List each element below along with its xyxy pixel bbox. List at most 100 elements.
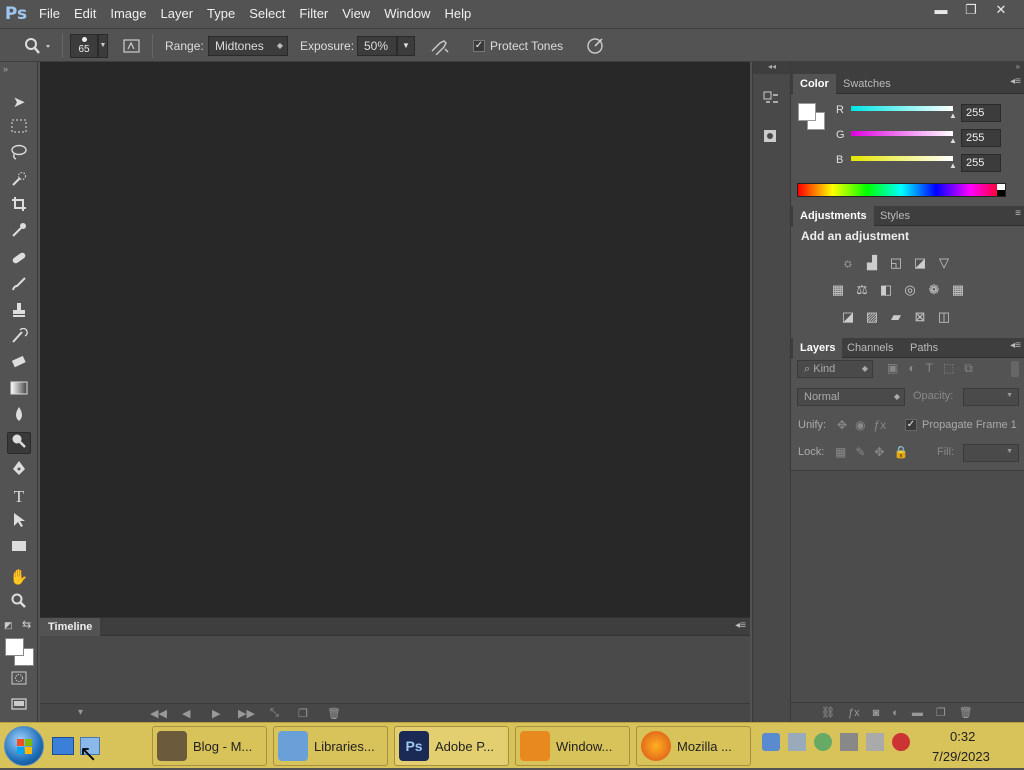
timeline-menu-icon[interactable]: ◂≡ bbox=[735, 620, 746, 631]
panel-menu-icon[interactable]: ≡ bbox=[1015, 208, 1021, 219]
path-selection-tool-icon[interactable] bbox=[7, 512, 31, 534]
default-colors-icon[interactable]: ◩ bbox=[4, 620, 13, 631]
tray-device-icon[interactable] bbox=[788, 733, 806, 751]
exposure-icon[interactable]: ◪ bbox=[911, 254, 929, 272]
layer-style-icon[interactable]: ƒx bbox=[848, 707, 860, 719]
healing-brush-tool-icon[interactable] bbox=[7, 250, 31, 272]
type-tool-icon[interactable]: T bbox=[7, 486, 31, 508]
actions-panel-icon[interactable] bbox=[762, 128, 780, 149]
screen-mode-icon[interactable] bbox=[7, 696, 31, 718]
threshold-icon[interactable]: ▰ bbox=[887, 308, 905, 326]
slider-thumb-icon[interactable]: ▲ bbox=[949, 136, 957, 145]
red-slider[interactable] bbox=[851, 106, 953, 111]
menu-filter[interactable]: Filter bbox=[292, 0, 335, 28]
taskbar-item-libraries[interactable]: Libraries... bbox=[273, 726, 388, 766]
panel-menu-icon[interactable]: ◂≡ bbox=[1010, 76, 1021, 87]
tab-paths[interactable]: Paths bbox=[903, 338, 945, 358]
opacity-input[interactable]: ▼ bbox=[963, 388, 1019, 406]
posterize-icon[interactable]: ▨ bbox=[863, 308, 881, 326]
clone-stamp-tool-icon[interactable] bbox=[7, 302, 31, 324]
tab-swatches[interactable]: Swatches bbox=[836, 74, 898, 94]
eyedropper-tool-icon[interactable] bbox=[7, 222, 31, 244]
duplicate-frame-icon[interactable]: ❐ bbox=[298, 707, 308, 720]
tray-volume-muted-icon[interactable] bbox=[892, 733, 910, 751]
taskbar-item-blog[interactable]: Blog - M... bbox=[152, 726, 267, 766]
eraser-tool-icon[interactable] bbox=[7, 354, 31, 376]
blue-value[interactable]: 255 bbox=[961, 154, 1001, 172]
foreground-color-chip[interactable] bbox=[798, 103, 816, 121]
restore-button[interactable]: ❐ bbox=[956, 0, 986, 20]
timeline-dropdown-icon[interactable]: ▾ bbox=[78, 707, 83, 718]
dock-collapse-icon[interactable]: ◂◂ bbox=[753, 62, 791, 74]
panels-collapse-icon[interactable]: » bbox=[1016, 62, 1020, 71]
color-balance-icon[interactable]: ⚖ bbox=[853, 281, 871, 299]
minimize-button[interactable]: ▬ bbox=[926, 0, 956, 20]
menu-edit[interactable]: Edit bbox=[67, 0, 103, 28]
selective-color-icon[interactable]: ◫ bbox=[935, 308, 953, 326]
exposure-input[interactable]: 50% bbox=[357, 36, 397, 56]
tray-security-icon[interactable] bbox=[814, 733, 832, 751]
color-lookup-icon[interactable]: ▦ bbox=[949, 281, 967, 299]
rectangle-tool-icon[interactable] bbox=[7, 538, 31, 560]
link-layers-icon[interactable]: ⛓ bbox=[821, 706, 835, 719]
dodge-tool-icon[interactable] bbox=[7, 432, 31, 454]
tab-color[interactable]: Color bbox=[793, 74, 836, 94]
hand-tool-icon[interactable]: ✋ bbox=[7, 567, 31, 589]
photo-filter-icon[interactable]: ◎ bbox=[901, 281, 919, 299]
history-brush-tool-icon[interactable] bbox=[7, 327, 31, 350]
vibrance-icon[interactable]: ▽ bbox=[935, 254, 953, 272]
timeline-tab[interactable]: Timeline bbox=[40, 618, 100, 636]
layers-list[interactable] bbox=[791, 470, 1024, 702]
channel-mixer-icon[interactable]: ❁ bbox=[925, 281, 943, 299]
lasso-tool-icon[interactable] bbox=[7, 144, 31, 166]
shape-filter-icon[interactable]: ⬚ bbox=[943, 361, 954, 376]
tray-display-icon[interactable] bbox=[866, 733, 884, 751]
unify-style-icon[interactable]: ƒx bbox=[874, 418, 887, 432]
fill-input[interactable]: ▼ bbox=[963, 444, 1019, 462]
menu-layer[interactable]: Layer bbox=[154, 0, 201, 28]
tool-preset-picker[interactable] bbox=[22, 29, 52, 63]
levels-icon[interactable]: ▟ bbox=[863, 254, 881, 272]
start-button[interactable] bbox=[4, 726, 44, 766]
hue-saturation-icon[interactable]: ▦ bbox=[829, 281, 847, 299]
taskbar-item-photoshop[interactable]: Ps Adobe P... bbox=[394, 726, 509, 766]
layer-mask-icon[interactable]: ◙ bbox=[873, 707, 880, 719]
move-tool-icon[interactable]: ➤ bbox=[7, 92, 31, 114]
lock-transparent-icon[interactable]: ▦ bbox=[835, 445, 846, 459]
menu-window[interactable]: Window bbox=[377, 0, 437, 28]
panel-menu-icon[interactable]: ◂≡ bbox=[1010, 340, 1021, 351]
group-icon[interactable]: ▬ bbox=[912, 707, 923, 719]
exposure-dropdown-button[interactable]: ▼ bbox=[397, 36, 415, 56]
brush-tool-icon[interactable] bbox=[7, 276, 31, 298]
red-value[interactable]: 255 bbox=[961, 104, 1001, 122]
type-filter-icon[interactable]: T bbox=[926, 361, 933, 376]
propagate-frame-checkbox[interactable]: ✓ Propagate Frame 1 bbox=[905, 419, 1017, 431]
blur-tool-icon[interactable] bbox=[7, 406, 31, 428]
brush-panel-toggle[interactable] bbox=[122, 29, 142, 63]
history-panel-icon[interactable] bbox=[762, 90, 780, 111]
pen-tool-icon[interactable] bbox=[7, 460, 31, 482]
pixel-filter-icon[interactable]: ▣ bbox=[887, 361, 898, 376]
unify-position-icon[interactable]: ✥ bbox=[837, 418, 847, 432]
delete-layer-icon[interactable]: 🗑 bbox=[959, 706, 973, 719]
menu-type[interactable]: Type bbox=[200, 0, 242, 28]
green-value[interactable]: 255 bbox=[961, 129, 1001, 147]
slider-thumb-icon[interactable]: ▲ bbox=[949, 161, 957, 170]
lock-all-icon[interactable]: 🔒 bbox=[893, 445, 908, 459]
close-button[interactable]: ✕ bbox=[986, 0, 1016, 20]
show-desktop-icon[interactable] bbox=[52, 737, 74, 755]
menu-help[interactable]: Help bbox=[437, 0, 478, 28]
tab-styles[interactable]: Styles bbox=[873, 206, 917, 226]
color-spectrum-bar[interactable] bbox=[797, 183, 1006, 197]
tray-network-icon[interactable] bbox=[762, 733, 780, 751]
menu-file[interactable]: File bbox=[32, 0, 67, 28]
tab-layers[interactable]: Layers bbox=[793, 338, 843, 358]
curves-icon[interactable]: ◱ bbox=[887, 254, 905, 272]
tab-adjustments[interactable]: Adjustments bbox=[793, 206, 874, 226]
gradient-tool-icon[interactable] bbox=[7, 380, 31, 402]
swap-colors-icon[interactable]: ⇆ bbox=[22, 618, 31, 631]
delete-frame-icon[interactable]: 🗑 bbox=[327, 707, 341, 720]
brightness-contrast-icon[interactable]: ☼ bbox=[839, 254, 857, 272]
protect-tones-checkbox[interactable]: ✓ Protect Tones bbox=[473, 29, 563, 63]
lock-position-icon[interactable]: ✥ bbox=[874, 445, 884, 459]
